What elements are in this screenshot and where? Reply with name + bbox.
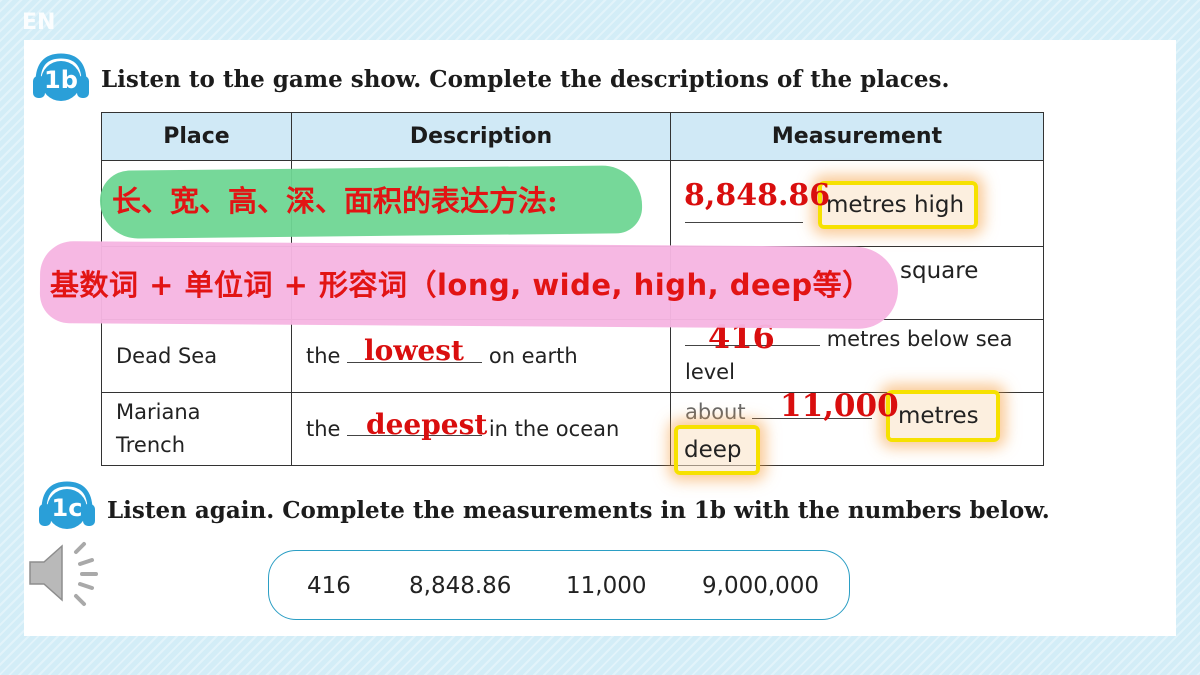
table-row: Dead Sea the on earth metres below sea le… [101, 319, 1044, 393]
number-option: 416 [307, 573, 351, 599]
answer-trench-depth: 11,000 [780, 388, 899, 424]
measure-text: about [685, 400, 746, 424]
table-header-row: Place Description Measurement [101, 112, 1044, 161]
answer-trench-desc: deepest [366, 408, 488, 441]
header-description: Description [291, 112, 671, 161]
desc-suffix: in the ocean [488, 416, 620, 441]
answer-everest-height: 8,848.86 [684, 178, 831, 213]
description-cell: the on earth [291, 319, 671, 393]
desc-suffix: on earth [488, 343, 578, 368]
place-line: Trench [116, 433, 185, 457]
number-option: 11,000 [566, 573, 647, 599]
section-1b-badge: 1b [44, 66, 78, 94]
headphones-icon: 1b [30, 52, 92, 106]
section-1c-badge: 1c [51, 494, 83, 522]
place-cell: Mariana Trench [101, 392, 292, 466]
header-place: Place [101, 112, 292, 161]
section-1b-instruction: Listen to the game show. Complete the de… [101, 66, 950, 93]
green-note-text: 长、宽、高、深、面积的表达方法: [112, 184, 558, 218]
measure-text: deep [684, 437, 742, 463]
measure-text: metres high [826, 192, 965, 218]
speaker-icon[interactable] [26, 538, 106, 608]
desc-prefix: the [306, 343, 341, 368]
pink-note-text: 基数词 + 单位词 + 形容词（long, wide, high, deep等） [50, 268, 872, 302]
section-1c-instruction: Listen again. Complete the measurements … [107, 497, 1050, 524]
place-cell: Dead Sea [101, 319, 292, 393]
answer-dead-sea-desc: lowest [364, 334, 464, 367]
place-line: Mariana [116, 400, 201, 424]
number-option: 8,848.86 [409, 573, 512, 599]
desc-prefix: the [306, 416, 341, 441]
measure-text: metres below sea [826, 327, 1013, 351]
headphones-icon: 1c [36, 480, 98, 534]
corner-label: EN [22, 10, 56, 35]
measure-text: metres [898, 403, 979, 429]
number-option: 9,000,000 [702, 573, 820, 599]
header-measurement: Measurement [670, 112, 1044, 161]
measure-text: level [685, 360, 735, 384]
number-bank: 416 8,848.86 11,000 9,000,000 [268, 550, 850, 620]
measure-text: square [900, 258, 979, 284]
